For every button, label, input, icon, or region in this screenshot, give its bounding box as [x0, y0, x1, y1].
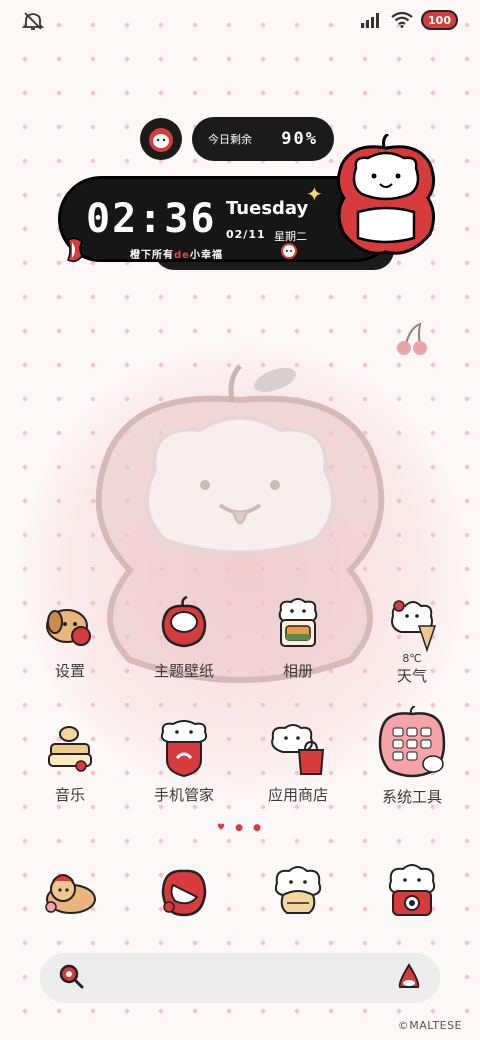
battery-level: 100: [428, 13, 451, 27]
clock-time: 02:36: [86, 196, 217, 242]
dog-lying-icon: [45, 874, 96, 914]
app-label: 系统工具: [381, 788, 442, 806]
assistant-icon[interactable]: [396, 963, 422, 993]
clock-caption-prefix: 橙下所有: [130, 250, 174, 261]
mute-icon: [21, 10, 45, 36]
wifi-icon: [391, 12, 413, 28]
page-dot-active[interactable]: ♥: [216, 823, 226, 833]
clock-caption-suffix: 小幸福: [189, 250, 223, 261]
app-weather[interactable]: 8℃ 天气: [360, 596, 464, 706]
battery-icon: 100: [421, 10, 458, 30]
clock-caption-accent: de: [174, 250, 190, 261]
signal-icon: [361, 13, 380, 28]
app-label: 音乐: [54, 786, 85, 804]
dock-app-2[interactable]: [152, 860, 216, 924]
app-settings[interactable]: 设置: [18, 596, 122, 706]
app-label: 设置: [54, 662, 85, 680]
app-theme-wallpaper[interactable]: 主题壁纸: [132, 596, 236, 706]
cake-music-icon: [41, 720, 99, 778]
battery-remaining-label: 今日剩余: [208, 133, 252, 146]
app-phone-manager[interactable]: 手机管家: [132, 720, 236, 830]
app-gallery[interactable]: 相册: [246, 596, 350, 706]
app-label: 应用商店: [267, 786, 328, 804]
search-bar[interactable]: [40, 953, 440, 1003]
search-icon[interactable]: [58, 963, 84, 993]
status-bar: 100: [0, 0, 480, 42]
page-dot[interactable]: ●: [234, 823, 244, 833]
dog-with-apple-icon: [41, 596, 99, 654]
app-label: 相册: [282, 662, 313, 680]
puppy-shield-icon: [155, 720, 213, 778]
apple-icon: [155, 596, 213, 654]
app-music[interactable]: 音乐: [18, 720, 122, 830]
app-store[interactable]: 应用商店: [246, 720, 350, 830]
small-apple-icon: [281, 243, 297, 259]
page-dot[interactable]: ●: [252, 823, 262, 833]
dock-app-1[interactable]: [38, 860, 102, 924]
app-label: 手机管家: [153, 786, 214, 804]
folder-icon: [375, 706, 449, 780]
battery-remaining-value: 90%: [281, 129, 318, 149]
watermark: ©MALTESE: [397, 1019, 462, 1032]
puppy-burger-icon: [274, 866, 322, 914]
clock-caption: 橙下所有de小幸福: [130, 246, 223, 261]
page-indicator: ♥ ● ●: [216, 823, 262, 833]
apple-dog-icon: [149, 128, 173, 152]
apple-puppy-icon: [337, 134, 435, 255]
puppy-photo-icon: [269, 596, 327, 654]
dock-app-3[interactable]: [266, 860, 330, 924]
widget-avatar[interactable]: [140, 118, 182, 160]
puppy-app-bag-icon: [269, 720, 327, 778]
puppy-weather-icon: [383, 596, 441, 654]
app-label: 天气: [396, 667, 427, 685]
clock-date: 02/11: [226, 228, 266, 241]
apple-bite-icon: [161, 869, 207, 917]
clock-day: Tuesday: [226, 198, 309, 219]
app-label: 主题壁纸: [153, 662, 214, 680]
cherry-icon: [397, 322, 427, 355]
dock-app-4[interactable]: [380, 860, 444, 924]
app-folder-system-tools[interactable]: 系统工具: [360, 706, 464, 830]
puppy-camera-icon: [388, 864, 436, 916]
battery-remaining-widget[interactable]: 今日剩余 90%: [192, 117, 334, 161]
sparkle-icon: ✦: [306, 182, 323, 206]
status-icons: 100: [361, 10, 458, 30]
